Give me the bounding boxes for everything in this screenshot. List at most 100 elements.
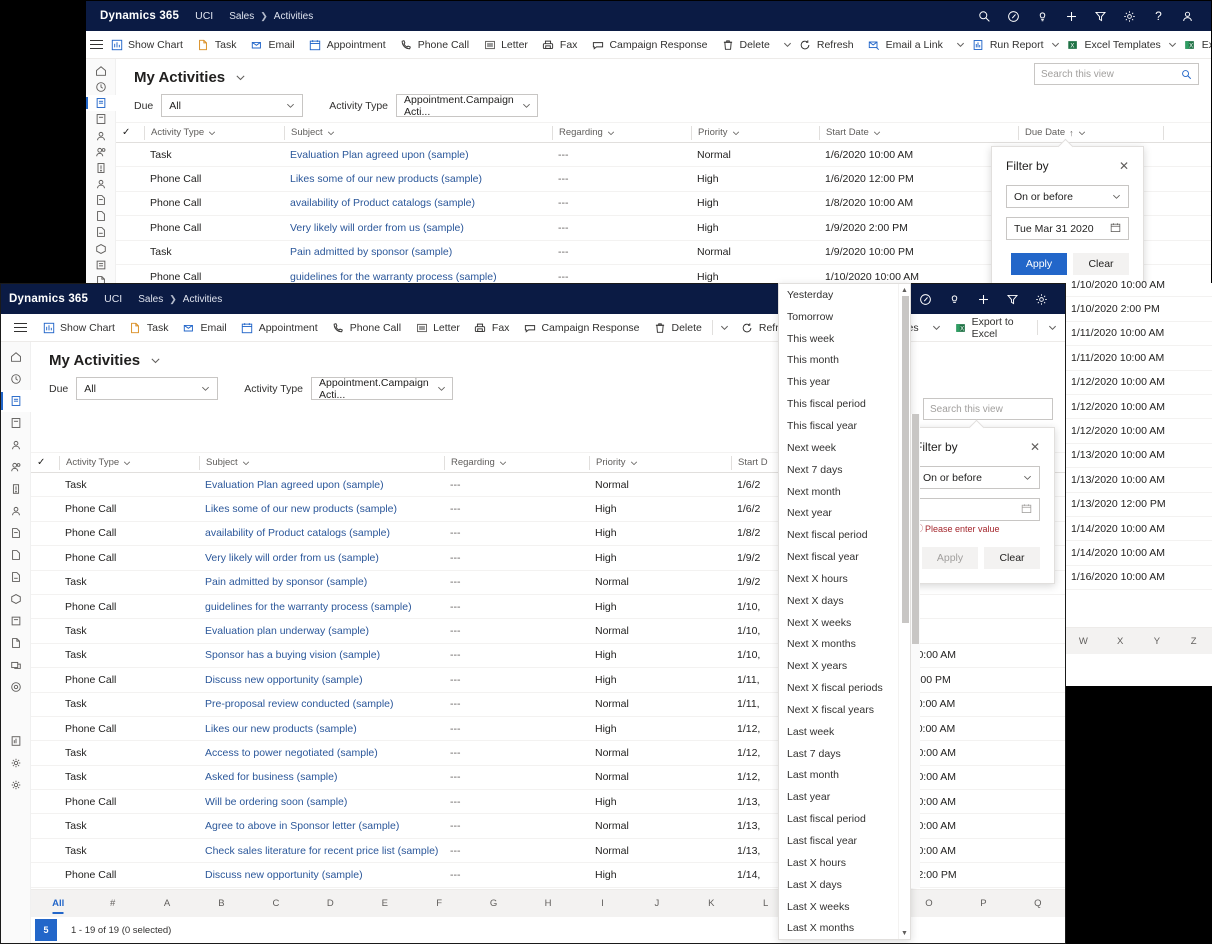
w1-delete-overflow-chevron-down-icon[interactable]: [783, 32, 792, 58]
scroll-thumb[interactable]: [901, 296, 909, 623]
cell-subject[interactable]: Evaluation Plan agreed upon (sample): [284, 149, 552, 161]
close-icon[interactable]: ✕: [1030, 440, 1040, 454]
alpha-filter-c[interactable]: C: [249, 898, 303, 909]
rail-alerts-icon[interactable]: [1, 478, 31, 500]
rail-quotes-icon[interactable]: [1, 522, 31, 544]
w2-export-to-excel-button[interactable]: X Export to Excel: [948, 315, 1031, 341]
w2-excel-overflow-chevron-down-icon[interactable]: [1045, 315, 1059, 341]
w2-excel-templates-chevron-down-icon[interactable]: [930, 315, 944, 341]
alpha-z[interactable]: Z: [1175, 636, 1212, 647]
rail-orders-icon[interactable]: [86, 208, 116, 224]
w2-col-regarding[interactable]: Regarding: [444, 455, 589, 470]
operator-option[interactable]: Next week: [779, 437, 898, 459]
w2-letter-button[interactable]: Letter: [408, 315, 467, 341]
alpha-filter-g[interactable]: G: [466, 898, 520, 909]
rail-invoices-icon[interactable]: [1, 566, 31, 588]
w1-date-input[interactable]: Tue Mar 31 2020: [1006, 217, 1129, 240]
cell-subject[interactable]: Likes our new products (sample): [199, 723, 444, 735]
rail-marketing-lists-icon[interactable]: [1, 654, 31, 676]
cell-subject[interactable]: Likes some of our new products (sample): [199, 503, 444, 515]
w1-email-a-link-button[interactable]: Email a Link: [861, 32, 950, 58]
alpha-filter-j[interactable]: J: [630, 898, 684, 909]
cell-subject[interactable]: Will be ordering soon (sample): [199, 796, 444, 808]
w1-col-priority[interactable]: Priority: [691, 125, 819, 140]
operator-option[interactable]: Next X months: [779, 634, 898, 656]
operator-option[interactable]: Last X hours: [779, 852, 898, 874]
operator-option[interactable]: This fiscal period: [779, 393, 898, 415]
operator-option[interactable]: Tomorrow: [779, 306, 898, 328]
rail-activities-icon[interactable]: [1, 390, 31, 412]
w2-task-button[interactable]: Task: [122, 315, 176, 341]
rail-goals-icon[interactable]: [1, 676, 31, 698]
operator-option[interactable]: This month: [779, 350, 898, 372]
w1-run-report-button[interactable]: Run Report: [965, 32, 1051, 58]
w1-breadcrumb-activities[interactable]: Activities: [274, 11, 313, 22]
w1-export-to-excel-button[interactable]: X Export to Excel: [1177, 32, 1211, 58]
operator-options-dropdown[interactable]: Yesterday Tomorrow This week This month This…: [778, 283, 911, 940]
cell-subject[interactable]: availability of Product catalogs (sample…: [199, 527, 444, 539]
cell-subject[interactable]: Evaluation Plan agreed upon (sample): [199, 479, 444, 491]
cell-subject[interactable]: availability of Product catalogs (sample…: [284, 197, 552, 209]
rail-products-icon[interactable]: [1, 588, 31, 610]
w1-activity-type-dropdown[interactable]: Appointment.Campaign Acti...: [396, 94, 539, 118]
calendar-icon[interactable]: [1021, 503, 1032, 517]
w2-email-button[interactable]: Email: [175, 315, 233, 341]
w2-search-input[interactable]: Search this view: [923, 398, 1053, 420]
w1-operator-dropdown[interactable]: On or before: [1006, 185, 1129, 208]
cell-subject[interactable]: Evaluation plan underway (sample): [199, 625, 444, 637]
w2-delete-button[interactable]: Delete: [647, 315, 709, 341]
operator-option[interactable]: This year: [779, 371, 898, 393]
alpha-w[interactable]: W: [1065, 636, 1102, 647]
w1-select-all-checkbox[interactable]: ✓: [116, 126, 144, 140]
alpha-filter-f[interactable]: F: [412, 898, 466, 909]
operator-option[interactable]: Last week: [779, 721, 898, 743]
search-icon[interactable]: [1181, 69, 1192, 80]
rail-documents-icon[interactable]: [1, 632, 31, 654]
cell-subject[interactable]: Very likely will order from us (sample): [284, 222, 552, 234]
add-icon[interactable]: [976, 292, 991, 307]
rail-accounts-icon[interactable]: [1, 412, 31, 434]
w2-view-selector-chevron-down-icon[interactable]: [150, 355, 161, 366]
w2-col-priority[interactable]: Priority: [589, 455, 731, 470]
rail-leads-icon[interactable]: [86, 144, 116, 160]
operator-option[interactable]: Next X fiscal periods: [779, 677, 898, 699]
alpha-filter-i[interactable]: I: [575, 898, 629, 909]
alpha-x[interactable]: X: [1102, 636, 1139, 647]
w1-fax-button[interactable]: Fax: [535, 32, 585, 58]
w1-col-regarding[interactable]: Regarding: [552, 125, 691, 140]
cell-subject[interactable]: guidelines for the warranty process (sam…: [284, 271, 552, 283]
alpha-filter-q[interactable]: Q: [1011, 898, 1065, 909]
cell-subject[interactable]: Check sales literature for recent price …: [199, 845, 444, 857]
w1-col-subject[interactable]: Subject: [284, 125, 552, 140]
calendar-icon[interactable]: [1110, 222, 1121, 236]
lightbulb-icon[interactable]: [1035, 9, 1050, 24]
rail-recent-icon[interactable]: [86, 79, 116, 95]
cell-subject[interactable]: Access to power negotiated (sample): [199, 747, 444, 759]
rail-opportunities-icon[interactable]: [86, 160, 116, 176]
operator-option[interactable]: Last X days: [779, 874, 898, 896]
dropdown-scrollbar[interactable]: ▲ ▼: [898, 284, 910, 939]
scroll-down-arrow-icon[interactable]: ▼: [899, 927, 910, 939]
rail-activities-icon[interactable]: [86, 95, 116, 112]
close-icon[interactable]: ✕: [1119, 159, 1129, 173]
w1-delete-button[interactable]: Delete: [715, 32, 777, 58]
w1-excel-templates-button[interactable]: X Excel Templates: [1060, 32, 1168, 58]
rail-home-icon[interactable]: [1, 346, 31, 368]
rail-competitors-icon[interactable]: [86, 176, 116, 192]
operator-option[interactable]: Yesterday: [779, 284, 898, 306]
w2-breadcrumb-activities[interactable]: Activities: [183, 294, 222, 305]
w1-task-button[interactable]: Task: [190, 32, 244, 58]
rail-orders-icon[interactable]: [1, 544, 31, 566]
w2-appointment-button[interactable]: Appointment: [234, 315, 325, 341]
alpha-filter-#[interactable]: #: [85, 898, 139, 909]
cell-subject[interactable]: Sponsor has a buying vision (sample): [199, 649, 444, 661]
rail-products-icon[interactable]: [86, 241, 116, 257]
operator-option[interactable]: Next X fiscal years: [779, 699, 898, 721]
lightbulb-icon[interactable]: [947, 292, 962, 307]
rail-contacts-icon[interactable]: [1, 434, 31, 456]
w2-apply-button[interactable]: Apply: [922, 547, 978, 569]
filter-icon[interactable]: [1093, 9, 1108, 24]
operator-option[interactable]: Next month: [779, 481, 898, 503]
w1-phone-call-button[interactable]: Phone Call: [393, 32, 476, 58]
w2-due-filter-dropdown[interactable]: All: [76, 377, 219, 400]
